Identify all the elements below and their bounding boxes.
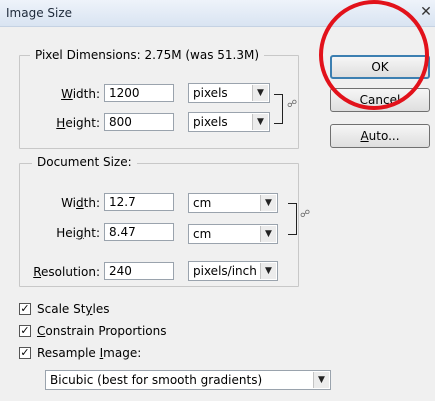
pixel-width-label: Width:: [61, 87, 100, 101]
doc-link-bracket: [288, 203, 297, 235]
resolution-input[interactable]: 240: [104, 262, 174, 280]
constrain-proportions-checkbox[interactable]: ✓: [19, 325, 31, 337]
pixel-dimensions-legend: Pixel Dimensions: 2.75M (was 51.3M): [30, 48, 265, 62]
resample-image-label[interactable]: Resample Image:: [37, 346, 141, 360]
title-bar: Image Size ✕: [0, 0, 435, 27]
pixel-width-unit-select[interactable]: pixels ▼: [188, 83, 270, 103]
pixel-width-input[interactable]: 1200: [104, 84, 174, 102]
scale-styles-checkbox[interactable]: ✓: [19, 303, 31, 315]
pixel-dimensions-size: 2.75M (was 51.3M): [144, 48, 260, 62]
doc-width-label: Width:: [61, 196, 100, 210]
chevron-down-icon[interactable]: ▼: [260, 195, 276, 211]
doc-width-input[interactable]: 12.7: [104, 193, 174, 211]
ok-button[interactable]: OK: [330, 55, 430, 79]
close-icon[interactable]: ✕: [418, 4, 434, 20]
chevron-down-icon[interactable]: ▼: [313, 372, 329, 388]
scale-styles-label[interactable]: Scale Styles: [37, 302, 110, 316]
chain-link-icon: ☍: [300, 209, 311, 220]
pixel-link-bracket: [274, 94, 283, 124]
constrain-proportions-label[interactable]: Constrain Proportions: [37, 324, 167, 338]
document-size-legend: Document Size:: [32, 155, 137, 169]
resample-image-checkbox[interactable]: ✓: [19, 347, 31, 359]
doc-height-input[interactable]: 8.47: [104, 223, 174, 241]
chevron-down-icon[interactable]: ▼: [252, 114, 268, 130]
pixel-dimensions-label: Pixel Dimensions:: [35, 48, 141, 62]
chevron-down-icon[interactable]: ▼: [260, 226, 276, 242]
chain-link-icon: ☍: [287, 99, 298, 110]
resolution-unit-select[interactable]: pixels/inch ▼: [188, 261, 278, 281]
cancel-button[interactable]: Cancel: [330, 88, 430, 112]
auto-button[interactable]: Auto...: [330, 124, 430, 148]
chevron-down-icon[interactable]: ▼: [260, 263, 276, 279]
chevron-down-icon[interactable]: ▼: [252, 85, 268, 101]
pixel-height-label: Height:: [56, 116, 100, 130]
pixel-height-unit-select[interactable]: pixels ▼: [188, 112, 270, 132]
doc-height-label: Height:: [56, 226, 100, 240]
resolution-label: Resolution:: [33, 265, 100, 279]
doc-height-unit-select[interactable]: cm ▼: [188, 224, 278, 244]
resample-method-select[interactable]: Bicubic (best for smooth gradients) ▼: [45, 370, 331, 390]
doc-width-unit-select[interactable]: cm ▼: [188, 193, 278, 213]
window-title: Image Size: [6, 6, 73, 20]
pixel-height-input[interactable]: 800: [104, 113, 174, 131]
